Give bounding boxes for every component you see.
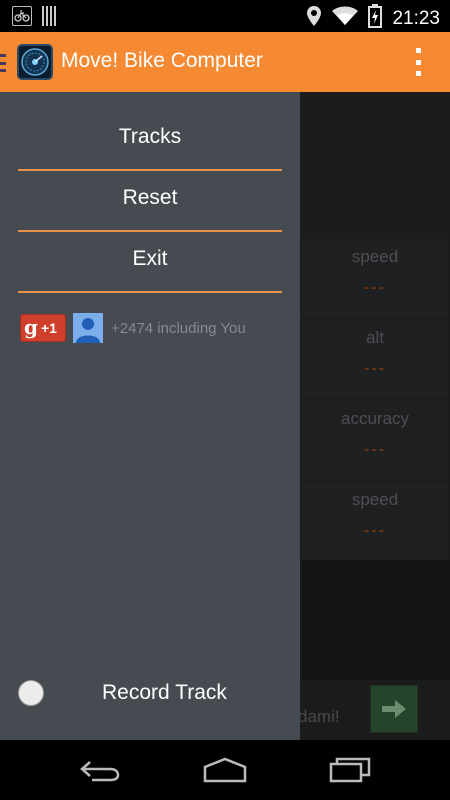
status-bar: 21:23: [0, 0, 450, 32]
barcode-notification-icon: [42, 6, 56, 26]
drawer-item-label: Exit: [132, 247, 168, 270]
drawer-item-label: Reset: [122, 186, 178, 209]
metric-cell-alt: alt ---: [302, 320, 448, 398]
google-plus-icon: g: [24, 314, 38, 339]
system-nav-bar: [0, 740, 450, 800]
ad-arrow-button[interactable]: [370, 685, 418, 733]
drawer-item-reset[interactable]: Reset: [18, 170, 282, 232]
record-track-label: Record Track: [102, 681, 227, 704]
drawer-item-exit[interactable]: Exit: [18, 231, 282, 293]
metric-cell-speed-2: speed ---: [302, 482, 448, 560]
app-title: Move! Bike Computer: [61, 49, 263, 72]
arrow-right-icon: [382, 700, 406, 718]
action-bar: Move! Bike Computer: [0, 32, 450, 92]
avatar-icon: [73, 313, 103, 343]
overflow-menu-icon[interactable]: [414, 48, 422, 76]
plus-one-count: +2474 including You: [111, 319, 246, 337]
plus-one-row: g +1 +2474 including You: [20, 313, 246, 343]
clock: 21:23: [392, 7, 440, 29]
metric-value: ---: [364, 522, 386, 539]
drawer-indicator-icon[interactable]: [0, 54, 8, 72]
app-logo-icon[interactable]: [17, 44, 53, 80]
record-track-radio[interactable]: [18, 680, 44, 706]
metric-label: speed: [351, 490, 399, 509]
recent-apps-icon[interactable]: [320, 750, 380, 790]
divider: [18, 291, 282, 293]
home-icon[interactable]: [195, 750, 255, 790]
back-icon[interactable]: [70, 750, 130, 790]
metric-cell-speed: speed ---: [302, 239, 448, 317]
metric-value: ---: [364, 279, 386, 296]
metric-label: accuracy: [340, 409, 410, 428]
metric-value: ---: [364, 441, 386, 458]
wifi-icon: [332, 6, 359, 31]
metric-label: alt: [366, 328, 384, 347]
location-icon: [306, 5, 322, 32]
bike-notification-icon: [12, 6, 32, 26]
drawer-item-label: Tracks: [118, 125, 182, 148]
battery-icon: [368, 4, 383, 33]
metric-value: ---: [364, 360, 386, 377]
metric-label: speed: [351, 247, 399, 266]
record-track-toggle[interactable]: Record Track: [18, 680, 288, 708]
plus-one-label: +1: [40, 320, 57, 336]
content-lower-area: [302, 560, 450, 680]
ad-text[interactable]: dami!: [298, 707, 340, 727]
drawer-item-tracks[interactable]: Tracks: [18, 109, 282, 171]
metric-cell-accuracy: accuracy ---: [302, 401, 448, 479]
navigation-drawer: Tracks Reset Exit g +1 +2474 including Y…: [0, 92, 300, 740]
google-plus-one-button[interactable]: g +1: [20, 314, 66, 342]
